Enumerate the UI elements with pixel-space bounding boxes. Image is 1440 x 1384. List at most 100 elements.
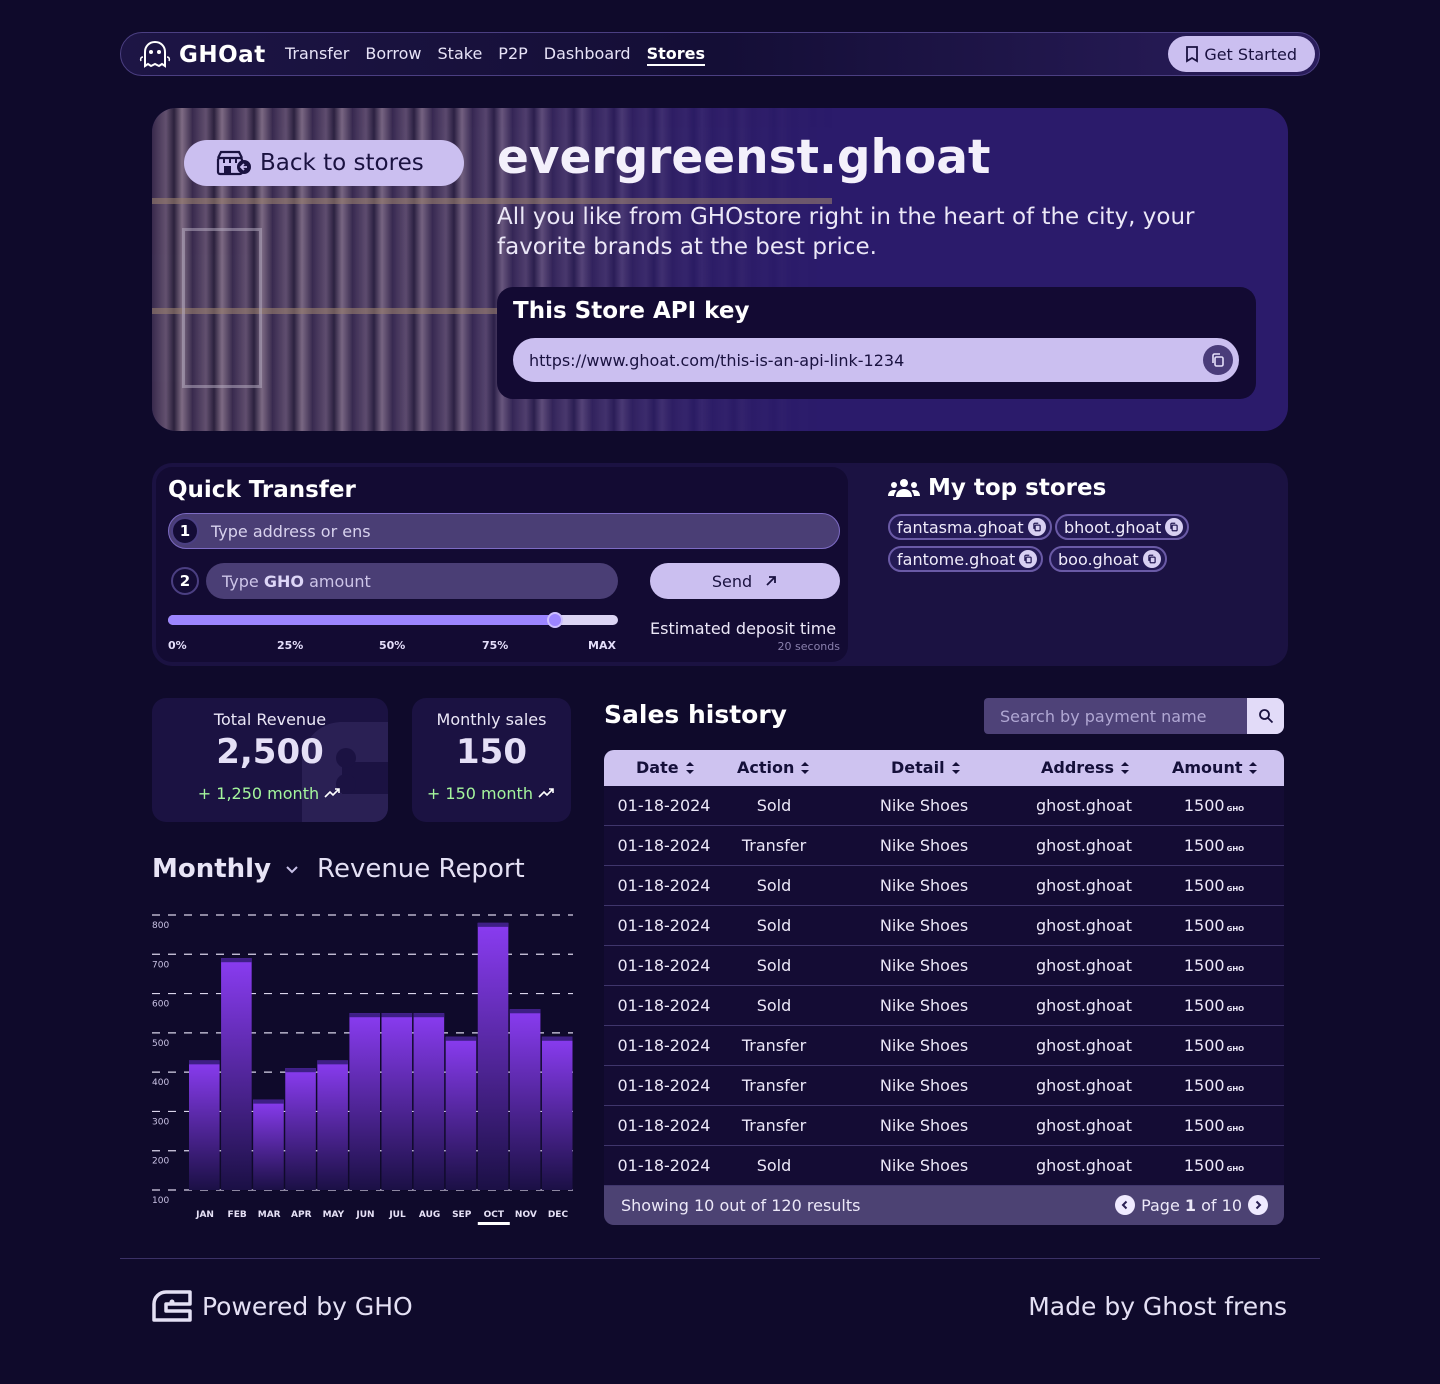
send-button[interactable]: Send: [650, 563, 840, 599]
table-row[interactable]: 01-18-2024 Transfer Nike Shoes ghost.ghoat 1…: [604, 1026, 1284, 1066]
currency-label: GHO: [1226, 1165, 1245, 1173]
powered-by-label: Powered by GHO: [202, 1291, 413, 1321]
table-row[interactable]: 01-18-2024 Sold Nike Shoes ghost.ghoat 1500 G…: [604, 906, 1284, 946]
currency-label: GHO: [1226, 965, 1245, 973]
stat-label: Total Revenue: [213, 710, 327, 729]
store-chip[interactable]: fantome.ghoat: [888, 546, 1044, 572]
bar-mar[interactable]: [253, 1099, 284, 1190]
currency-label: GHO: [1226, 805, 1245, 813]
x-tick-label: JUL: [388, 1210, 406, 1220]
bar-cap: [509, 1009, 541, 1014]
amount-slider[interactable]: [168, 612, 618, 628]
currency-label: GHO: [1226, 1005, 1245, 1013]
bar-nov[interactable]: [509, 1009, 541, 1190]
bar-apr[interactable]: [285, 1068, 316, 1190]
table-row[interactable]: 01-18-2024 Transfer Nike Shoes ghost.ghoat 1…: [604, 826, 1284, 866]
next-page-button[interactable]: [1248, 1195, 1268, 1215]
get-started-button[interactable]: Get Started: [1168, 36, 1315, 72]
table-row[interactable]: 01-18-2024 Sold Nike Shoes ghost.ghoat 1500 G…: [604, 946, 1284, 986]
table-row[interactable]: 01-18-2024 Transfer Nike Shoes ghost.ghoat 1…: [604, 1066, 1284, 1106]
brand[interactable]: GHOat: [139, 39, 266, 71]
column-header-detail[interactable]: Detail: [891, 758, 961, 777]
cell-value: Transfer: [741, 1116, 807, 1135]
deposit-time-value: 20 seconds: [777, 640, 840, 653]
bar-feb[interactable]: [221, 958, 252, 1190]
bar-jun[interactable]: [349, 1013, 380, 1190]
stat-value: 2,500: [216, 732, 324, 772]
nav-borrow[interactable]: Borrow: [365, 44, 421, 66]
store-chip[interactable]: boo.ghoat: [1049, 546, 1167, 572]
column-header-label: Address: [1041, 758, 1115, 777]
cell-value: 01-18-2024: [617, 916, 711, 935]
bar-dec[interactable]: [541, 1036, 573, 1190]
brand-name: GHOat: [179, 42, 266, 68]
nav-stores[interactable]: Stores: [646, 44, 706, 66]
nav-transfer[interactable]: Transfer: [285, 44, 349, 66]
bar-jul[interactable]: [381, 1013, 413, 1190]
cell-value: 01-18-2024: [617, 1156, 711, 1175]
users-icon: [888, 479, 920, 497]
search-input[interactable]: [984, 698, 1247, 734]
amount-input[interactable]: Type GHO amount: [206, 563, 618, 599]
y-tick-label: 300: [152, 1117, 169, 1127]
cell-value: Nike Shoes: [879, 1036, 969, 1055]
bar-oct[interactable]: [477, 922, 509, 1190]
cell-value: ghost.ghoat: [1036, 1036, 1132, 1055]
bar-sep[interactable]: [445, 1036, 477, 1190]
cell-value: Sold: [756, 956, 792, 975]
nav-dashboard[interactable]: Dashboard: [544, 44, 631, 66]
nav-stake[interactable]: Stake: [438, 44, 483, 66]
copy-api-key-button[interactable]: [1203, 345, 1233, 375]
table-row[interactable]: 01-18-2024 Transfer Nike Shoes ghost.ghoat 1…: [604, 1106, 1284, 1146]
bar-aug[interactable]: [413, 1013, 445, 1190]
cell-value: Nike Shoes: [879, 996, 969, 1015]
table-row[interactable]: 01-18-2024 Sold Nike Shoes ghost.ghoat 1500 G…: [604, 986, 1284, 1026]
column-header-label: Date: [636, 758, 679, 777]
slider-fill: [168, 615, 555, 625]
x-tick-label: DEC: [548, 1210, 569, 1220]
selected-month-indicator: [477, 1222, 510, 1225]
copy-icon[interactable]: [1019, 550, 1038, 568]
store-chip[interactable]: bhoot.ghoat: [1055, 514, 1190, 540]
chevron-down-icon[interactable]: [285, 860, 299, 879]
cell-action: Transfer: [714, 1116, 834, 1135]
nav-p2p[interactable]: P2P: [498, 44, 527, 66]
bar-cap: [317, 1060, 348, 1065]
column-header-action[interactable]: Action: [737, 758, 810, 777]
x-tick-label: SEP: [452, 1210, 472, 1220]
table-header: Date Action Detail Address Amount: [604, 750, 1284, 786]
store-name: evergreenst.ghoat: [497, 130, 991, 185]
back-to-stores-button[interactable]: Back to stores: [184, 140, 464, 186]
cell-value: ghost.ghoat: [1036, 916, 1132, 935]
bar-cap: [445, 1036, 477, 1041]
copy-icon[interactable]: [1165, 518, 1184, 536]
search-icon: [1258, 709, 1273, 724]
cell-value: ghost.ghoat: [1036, 836, 1132, 855]
store-chip[interactable]: fantasma.ghoat: [888, 514, 1052, 540]
column-header-date[interactable]: Date: [636, 758, 695, 777]
top-navbar: GHOat Transfer Borrow Stake P2P Dashboar…: [120, 32, 1320, 76]
period-selector[interactable]: Monthly: [152, 854, 271, 884]
revenue-bar-chart: 100 200 300 400 500 600 700 800 JAN FEB MAR APR MAY J…: [152, 914, 573, 1225]
column-header-address[interactable]: Address: [1041, 758, 1130, 777]
column-header-amount[interactable]: Amount: [1172, 758, 1258, 777]
y-tick-label: 200: [152, 1157, 169, 1167]
cell-value: 1500: [1183, 836, 1225, 855]
table-row[interactable]: 01-18-2024 Sold Nike Shoes ghost.ghoat 1500 G…: [604, 1146, 1284, 1186]
bar-jan[interactable]: [189, 1060, 220, 1190]
cell-value: 01-18-2024: [617, 956, 711, 975]
slider-handle[interactable]: [547, 612, 563, 628]
search-button[interactable]: [1247, 698, 1284, 734]
prev-page-button[interactable]: [1115, 1195, 1136, 1215]
bar-may[interactable]: [317, 1060, 348, 1190]
table-row[interactable]: 01-18-2024 Sold Nike Shoes ghost.ghoat 1500 G…: [604, 786, 1284, 826]
column-header-label: Amount: [1172, 758, 1243, 777]
table-row[interactable]: 01-18-2024 Sold Nike Shoes ghost.ghoat 1500 G…: [604, 866, 1284, 906]
copy-icon[interactable]: [1027, 518, 1046, 536]
amount-placeholder-suffix: amount: [309, 571, 371, 591]
cell-value: Nike Shoes: [879, 1076, 969, 1095]
cell-value: ghost.ghoat: [1036, 1116, 1132, 1135]
api-key-field[interactable]: https://www.ghoat.com/this-is-an-api-lin…: [513, 338, 1239, 382]
copy-icon[interactable]: [1142, 550, 1161, 568]
address-input[interactable]: Type address or ens: [168, 513, 840, 549]
